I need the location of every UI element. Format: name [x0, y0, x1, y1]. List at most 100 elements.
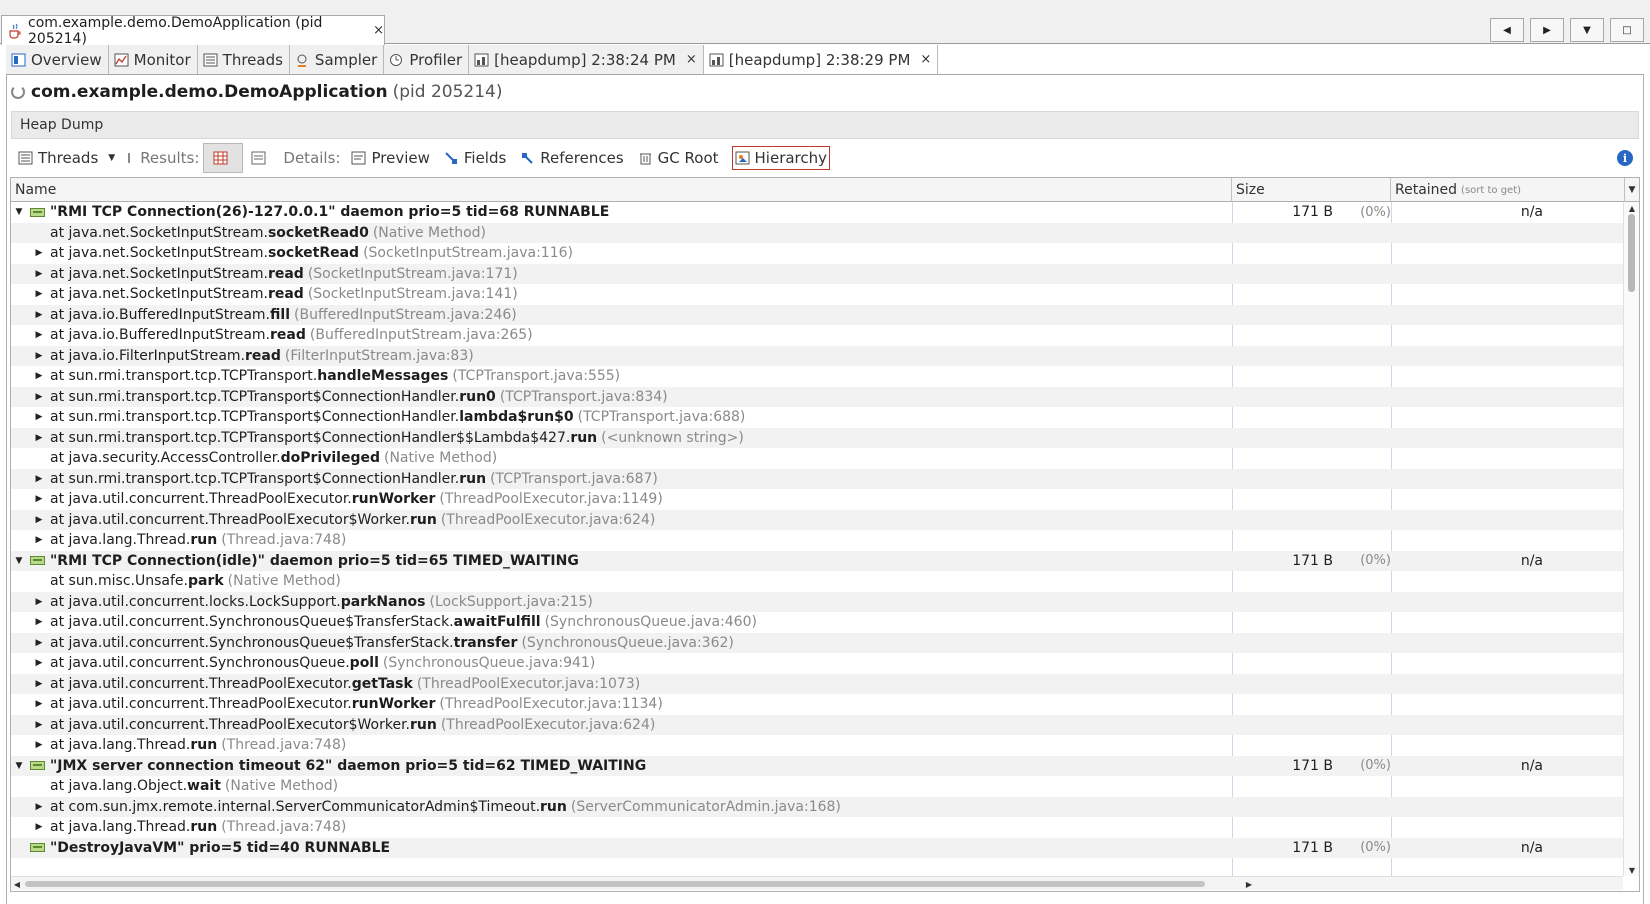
expand-toggle-icon[interactable]: ▶ — [34, 330, 44, 340]
column-header-name[interactable]: Name — [11, 178, 1232, 202]
expand-toggle-icon[interactable]: ▶ — [34, 720, 44, 730]
expand-toggle-icon[interactable]: ▶ — [34, 371, 44, 381]
stack-frame-row[interactable]: ▶ at java.net.SocketInputStream. socketRea… — [11, 243, 1623, 264]
expand-toggle-icon[interactable]: ▶ — [34, 433, 44, 443]
expand-toggle-icon[interactable]: ▶ — [34, 617, 44, 627]
chevron-down-icon[interactable]: ▼ — [108, 153, 115, 163]
stack-frame-row[interactable]: ▶ at com.sun.jmx.remote.internal.ServerCo… — [11, 796, 1623, 817]
stack-frame-row[interactable]: ▶ at java.lang.Thread. run (Thread.java:748… — [11, 817, 1623, 838]
expand-toggle-icon[interactable]: ▶ — [34, 802, 44, 812]
thread-row[interactable]: ▼ "JMX server connection timeout 62" daem… — [11, 755, 1623, 776]
stack-frame-row[interactable]: ▶ at java.util.concurrent.ThreadPoolExecu… — [11, 694, 1623, 715]
stack-frame-row[interactable]: ▶ at java.lang.Thread. run (Thread.java:748… — [11, 530, 1623, 551]
document-tab[interactable]: com.example.demo.DemoApplication (pid 20… — [1, 15, 385, 47]
references-button[interactable]: References — [513, 143, 630, 173]
scroll-down-icon[interactable]: ▼ — [1624, 864, 1639, 876]
stack-frame-row[interactable]: ▶ at java.util.concurrent.SynchronousQueu… — [11, 632, 1623, 653]
tab-heapdump-2-38-24-pm[interactable]: [heapdump] 2:38:24 PM × — [469, 45, 704, 74]
horizontal-scrollbar[interactable]: ◀ ▶ — [11, 876, 1623, 890]
expand-toggle-icon[interactable]: ▶ — [34, 658, 44, 668]
scrollbar-thumb[interactable] — [25, 881, 1205, 887]
scroll-right-button[interactable]: ▶ — [1530, 18, 1564, 42]
tab-profiler[interactable]: Profiler — [384, 45, 470, 74]
stack-frame-row[interactable]: ▶ at java.util.concurrent.ThreadPoolExecu… — [11, 714, 1623, 735]
expand-toggle-icon[interactable]: ▶ — [34, 699, 44, 709]
stack-frame-row[interactable]: ▶ at java.util.concurrent.locks.LockSuppo… — [11, 591, 1623, 612]
thread-row[interactable]: ▼ "RMI TCP Connection(idle)" daemon prio=… — [11, 550, 1623, 571]
scroll-left-button[interactable]: ◀ — [1490, 18, 1524, 42]
results-text-toggle[interactable] — [243, 143, 279, 173]
scrollbar-thumb[interactable] — [1628, 214, 1635, 292]
expand-toggle-icon[interactable]: ▶ — [34, 679, 44, 689]
expand-toggle-icon[interactable]: ▶ — [34, 248, 44, 258]
tab-label: Threads — [222, 50, 283, 69]
stack-frame-row[interactable]: at java.security.AccessController. doPriv… — [11, 448, 1623, 469]
stack-frame-row[interactable]: ▶ at java.lang.Thread. run (Thread.java:748… — [11, 735, 1623, 756]
expand-toggle-icon[interactable] — [14, 843, 24, 853]
expand-toggle-icon[interactable]: ▶ — [34, 392, 44, 402]
results-table-toggle[interactable] — [203, 143, 244, 173]
gc-root-button[interactable]: GC Root — [631, 143, 726, 173]
stack-frame-row[interactable]: ▶ at java.util.concurrent.SynchronousQueu… — [11, 612, 1623, 633]
expand-toggle-icon[interactable]: ▶ — [34, 535, 44, 545]
column-header-size[interactable]: Size — [1232, 178, 1391, 202]
threads-view-button[interactable]: Threads ▼ — [11, 143, 122, 173]
stack-frame-row[interactable]: at java.net.SocketInputStream. socketRead… — [11, 222, 1623, 243]
scroll-left-icon[interactable]: ◀ — [11, 877, 23, 891]
info-icon[interactable]: i — [1617, 150, 1633, 166]
hierarchy-button[interactable]: Hierarchy — [731, 146, 831, 170]
tab-overview[interactable]: Overview — [6, 45, 109, 74]
expand-toggle-icon[interactable]: ▶ — [34, 474, 44, 484]
expand-toggle-icon[interactable]: ▼ — [14, 556, 24, 566]
stack-frame-row[interactable]: ▶ at java.io.BufferedInputStream. fill (Buf… — [11, 304, 1623, 325]
expand-toggle-icon[interactable]: ▶ — [34, 597, 44, 607]
tab-sampler[interactable]: Sampler — [289, 45, 385, 74]
stack-frame-row[interactable]: ▶ at java.util.concurrent.ThreadPoolExecu… — [11, 509, 1623, 530]
expand-toggle-icon[interactable]: ▼ — [14, 761, 24, 771]
scroll-right-icon[interactable]: ▶ — [1243, 877, 1255, 891]
stack-frame-row[interactable]: ▶ at sun.rmi.transport.tcp.TCPTransport$C… — [11, 468, 1623, 489]
column-header-retained[interactable]: Retained (sort to get) — [1391, 178, 1625, 202]
stack-frame-row[interactable]: ▶ at java.net.SocketInputStream. read (Sock… — [11, 284, 1623, 305]
expand-toggle-icon[interactable]: ▶ — [34, 638, 44, 648]
expand-toggle-icon[interactable]: ▶ — [34, 269, 44, 279]
preview-button[interactable]: Preview — [344, 143, 436, 173]
close-icon[interactable]: × — [920, 52, 931, 67]
expand-toggle-icon[interactable]: ▼ — [14, 207, 24, 217]
stack-frame-row[interactable]: ▶ at java.net.SocketInputStream. read (Sock… — [11, 263, 1623, 284]
stack-frame-row[interactable]: ▶ at sun.rmi.transport.tcp.TCPTransport$C… — [11, 407, 1623, 428]
expand-toggle-icon[interactable]: ▶ — [34, 351, 44, 361]
expand-toggle-icon[interactable]: ▶ — [34, 494, 44, 504]
close-icon[interactable]: × — [686, 52, 697, 67]
stack-frame-row[interactable]: ▶ at java.io.BufferedInputStream. read (Buf… — [11, 325, 1623, 346]
expand-toggle-icon[interactable]: ▶ — [34, 289, 44, 299]
stack-frame-row[interactable]: ▶ at sun.rmi.transport.tcp.TCPTransport$C… — [11, 386, 1623, 407]
fields-button[interactable]: Fields — [437, 143, 513, 173]
vertical-scrollbar[interactable]: ▲ ▼ — [1623, 202, 1639, 876]
close-icon[interactable]: × — [373, 23, 384, 38]
expand-toggle-icon[interactable]: ▶ — [34, 412, 44, 422]
frame-method: run — [570, 429, 598, 446]
stack-frame-row[interactable]: ▶ at java.util.concurrent.SynchronousQueu… — [11, 653, 1623, 674]
column-menu-icon[interactable]: ▼ — [1625, 178, 1639, 202]
tab-heapdump-2-38-29-pm[interactable]: [heapdump] 2:38:29 PM × — [703, 45, 939, 74]
stack-frame-row[interactable]: ▶ at sun.rmi.transport.tcp.TCPTransport$C… — [11, 427, 1623, 448]
tab-threads[interactable]: Threads — [197, 45, 290, 74]
stack-frame-row[interactable]: at java.lang.Object. wait (Native Method) — [11, 776, 1623, 797]
stack-frame-row[interactable]: ▶ at java.io.FilterInputStream. read (Filte… — [11, 345, 1623, 366]
expand-toggle-icon[interactable]: ▶ — [34, 740, 44, 750]
scroll-up-icon[interactable]: ▲ — [1624, 202, 1639, 214]
stack-frame-row[interactable]: ▶ at java.util.concurrent.ThreadPoolExecu… — [11, 673, 1623, 694]
thread-row[interactable]: "DestroyJavaVM" prio=5 tid=40 RUNNABLE 17… — [11, 837, 1623, 858]
tab-list-button[interactable]: ▼ — [1570, 18, 1604, 42]
expand-toggle-icon[interactable]: ▶ — [34, 822, 44, 832]
stack-frame-row[interactable]: ▶ at java.util.concurrent.ThreadPoolExecu… — [11, 489, 1623, 510]
maximize-button[interactable]: □ — [1610, 18, 1644, 42]
heapdump-icon — [474, 53, 489, 67]
expand-toggle-icon[interactable]: ▶ — [34, 515, 44, 525]
stack-frame-row[interactable]: at sun.misc.Unsafe. park (Native Method) — [11, 571, 1623, 592]
thread-row[interactable]: ▼ "RMI TCP Connection(26)-127.0.0.1" daem… — [11, 202, 1623, 223]
expand-toggle-icon[interactable]: ▶ — [34, 310, 44, 320]
stack-frame-row[interactable]: ▶ at sun.rmi.transport.tcp.TCPTransport. h… — [11, 366, 1623, 387]
tab-monitor[interactable]: Monitor — [108, 45, 198, 74]
